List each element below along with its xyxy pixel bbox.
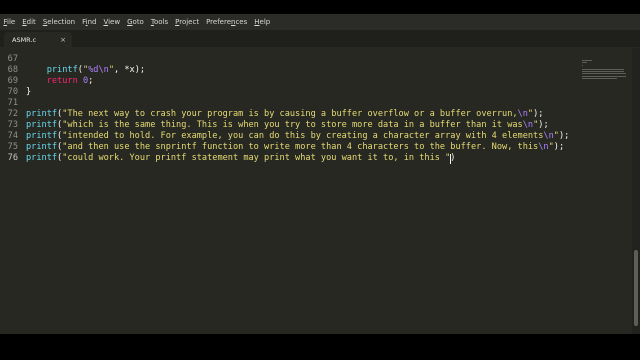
code-line[interactable]: 70} [0, 87, 578, 98]
menu-find[interactable]: Find [79, 14, 100, 30]
code-text: return 0; [46, 76, 94, 86]
minimap-line [582, 73, 627, 75]
editor-window: File Edit Selection Find View Goto Tools Projec… [0, 14, 640, 334]
code-line[interactable]: 72 printf("The next way to crash your pro… [0, 109, 578, 120]
code-line[interactable]: 74 printf("intended to hold. For example,… [0, 131, 578, 142]
code-line[interactable]: 73 printf("which is the same thing. This … [0, 120, 578, 131]
text-cursor [450, 153, 451, 164]
minimap-line [582, 71, 625, 73]
code-line[interactable]: 69 return 0; [0, 76, 578, 87]
tab-asmr-c[interactable]: ASMR.c × [4, 32, 72, 47]
code-text: printf("The next way to crash your progr… [26, 109, 544, 119]
menu-preferences[interactable]: Preferences [203, 14, 251, 30]
code-text: printf("%d\n", *x); [46, 65, 146, 75]
code-text: printf("could work. Your printf statemen… [26, 153, 456, 163]
line-number: 67 [7, 54, 18, 64]
line-number: 76 [7, 153, 18, 163]
code-text: } [26, 87, 32, 97]
line-number: 72 [7, 109, 18, 119]
line-number: 69 [7, 76, 18, 86]
menu-project[interactable]: Project [172, 14, 203, 30]
line-number: 68 [7, 65, 18, 75]
line-number: 75 [7, 142, 18, 152]
menu-selection[interactable]: Selection [39, 14, 78, 30]
minimap-line [582, 60, 592, 62]
code-text: printf("and then use the snprintf functi… [26, 142, 565, 152]
menu-tools[interactable]: Tools [147, 14, 171, 30]
minimap[interactable] [580, 54, 632, 94]
code-line[interactable]: 75 printf("and then use the snprintf func… [0, 142, 578, 153]
code-line[interactable]: 71 [0, 98, 578, 109]
scrollbar-thumb[interactable] [634, 250, 638, 326]
minimap-line [582, 77, 617, 79]
code-text: printf("intended to hold. For example, y… [26, 131, 570, 141]
code-text: printf("which is the same thing. This is… [26, 120, 549, 130]
code-editor[interactable]: 67 68 printf("%d\n", *x); 69 return 0; 70} 7… [0, 54, 578, 334]
line-number: 73 [7, 120, 18, 130]
code-line[interactable]: 76 printf("could work. Your printf statem… [0, 153, 578, 164]
line-number: 70 [7, 87, 18, 97]
tab-bar: ASMR.c × [0, 30, 640, 47]
code-line[interactable]: 68 printf("%d\n", *x); [0, 65, 578, 76]
menu-edit[interactable]: Edit [19, 14, 40, 30]
minimap-line [582, 69, 624, 70]
close-icon[interactable]: × [60, 36, 66, 44]
menu-file[interactable]: File [0, 14, 19, 30]
menu-bar: File Edit Selection Find View Goto Tools Projec… [0, 14, 640, 31]
tab-title: ASMR.c [12, 35, 37, 44]
menu-view[interactable]: View [100, 14, 124, 30]
code-line[interactable]: 67 [0, 54, 578, 65]
line-number: 74 [7, 131, 18, 141]
minimap-line [582, 62, 588, 64]
menu-help[interactable]: Help [251, 14, 274, 30]
minimap-line [582, 75, 626, 77]
line-number: 71 [7, 98, 18, 108]
menu-goto[interactable]: Goto [124, 14, 148, 30]
